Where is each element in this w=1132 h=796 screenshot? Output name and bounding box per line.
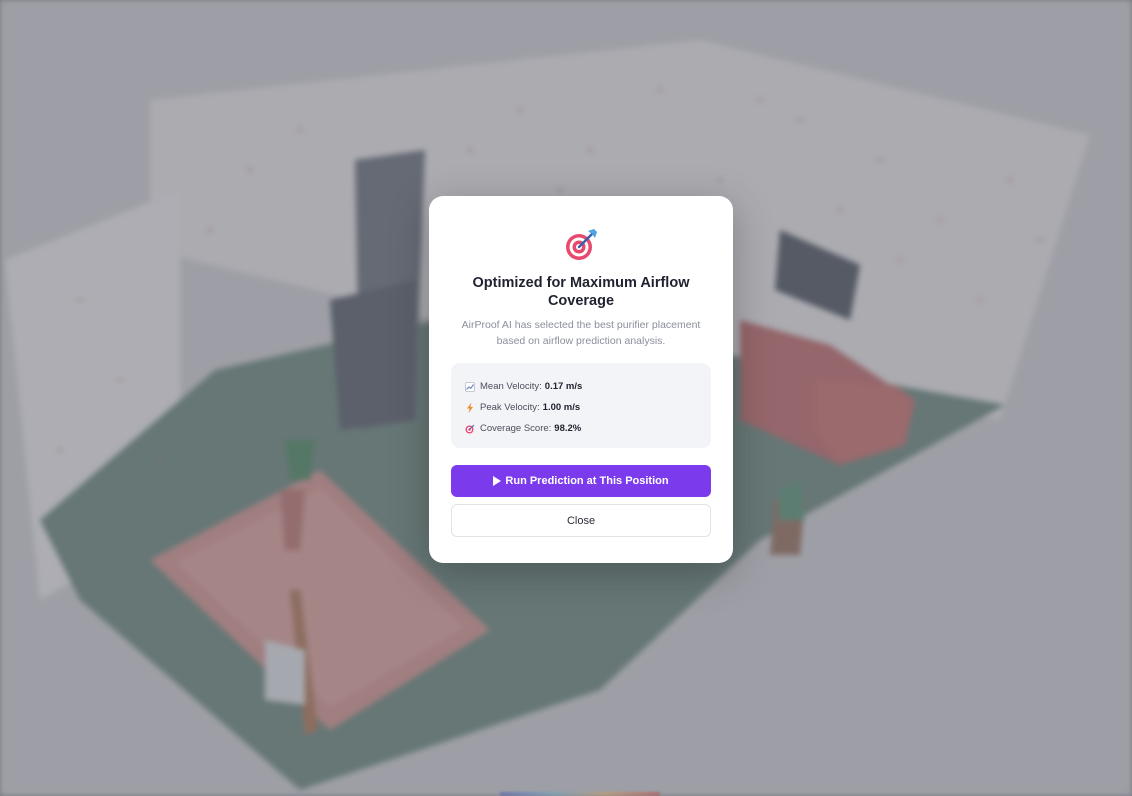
run-prediction-button[interactable]: Run Prediction at This Position [451,465,711,497]
stat-value: 1.00 m/s [542,402,581,413]
stat-label: Mean Velocity: [480,381,542,392]
modal-title: Optimized for Maximum Airflow Coverage [472,275,690,309]
run-prediction-label: Run Prediction at This Position [505,475,669,487]
modal-description: AirProof AI has selected the best purifi… [461,319,701,347]
app-viewport: Optimized for Maximum Airflow Coverage A… [0,0,1132,796]
optimization-result-modal: Optimized for Maximum Airflow Coverage A… [429,196,733,563]
stat-value: 98.2% [554,423,582,434]
stat-label: Coverage Score: [480,423,552,434]
lightning-icon [467,402,473,413]
stat-coverage-score: Coverage Score: 98.2% [465,418,697,439]
stat-label: Peak Velocity: [480,402,540,413]
play-icon [493,476,502,486]
target-icon [566,229,597,260]
close-button[interactable]: Close [451,504,711,537]
velocity-colorbar [500,792,660,796]
chart-icon [465,381,475,392]
stat-peak-velocity: Peak Velocity: 1.00 m/s [465,397,697,418]
target-icon [465,424,475,433]
stat-value: 0.17 m/s [544,381,583,392]
stats-panel: Mean Velocity: 0.17 m/s Peak Velocity: 1… [451,363,711,448]
stat-mean-velocity: Mean Velocity: 0.17 m/s [465,376,697,397]
